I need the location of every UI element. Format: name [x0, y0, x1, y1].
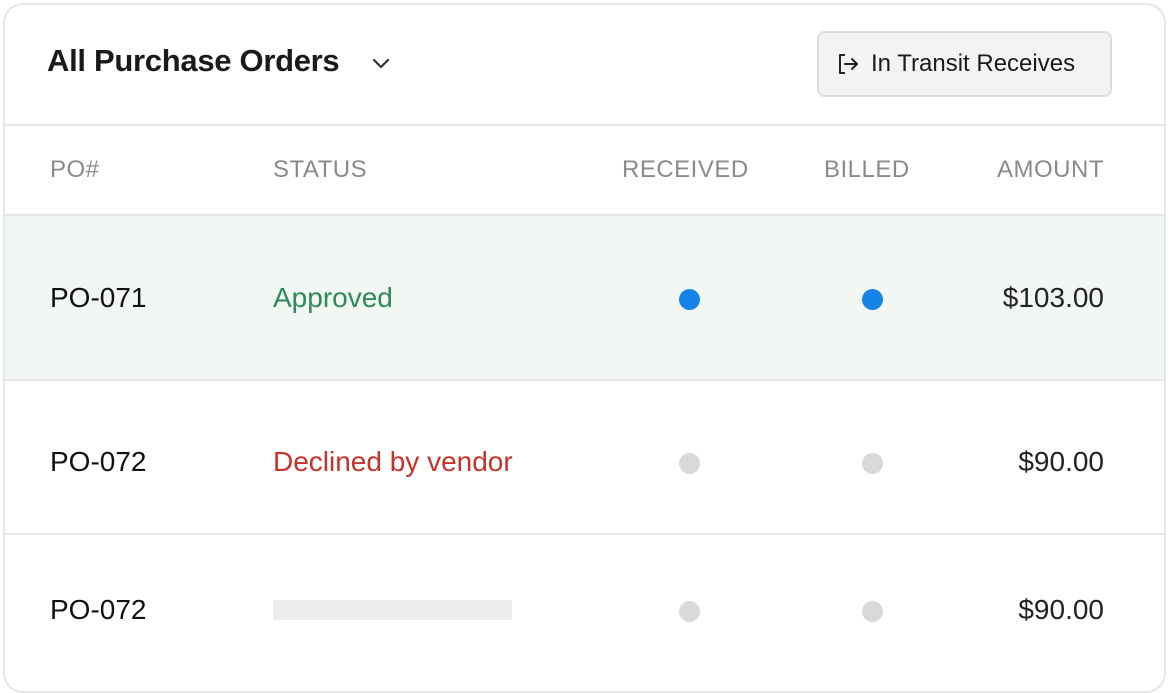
in-transit-receives-label: In Transit Receives [871, 50, 1076, 77]
status-loading-placeholder [273, 600, 512, 620]
exit-arrow-icon [835, 51, 861, 77]
table-header: PO# STATUS RECEIVED BILLED AMOUNT [5, 126, 1164, 216]
column-header-po[interactable]: PO# [50, 156, 100, 184]
status-declined: Declined by vendor [273, 446, 513, 477]
page-title: All Purchase Orders [47, 43, 340, 78]
po-number[interactable]: PO-072 [50, 446, 147, 478]
column-header-status[interactable]: STATUS [273, 156, 367, 184]
table-row[interactable]: PO-072 Declined by vendor $90.00 [5, 381, 1164, 535]
amount: $90.00 [1018, 446, 1104, 477]
po-number[interactable]: PO-072 [50, 594, 147, 626]
in-transit-receives-button[interactable]: In Transit Receives [817, 31, 1112, 97]
column-header-received[interactable]: RECEIVED [622, 156, 749, 184]
received-indicator [679, 453, 700, 474]
purchase-orders-card: All Purchase Orders In Transit Receives … [3, 3, 1166, 693]
table-row[interactable]: PO-072 $90.00 [5, 535, 1164, 691]
table-row[interactable]: PO-071 Approved $103.00 [5, 216, 1164, 381]
card-header: All Purchase Orders In Transit Receives [5, 5, 1164, 126]
po-number[interactable]: PO-071 [50, 282, 147, 314]
received-indicator [679, 601, 700, 622]
view-selector[interactable]: All Purchase Orders [47, 43, 393, 79]
amount: $90.00 [1018, 594, 1104, 625]
column-header-amount[interactable]: AMOUNT [997, 156, 1104, 184]
billed-indicator [862, 601, 883, 622]
status-approved: Approved [273, 282, 393, 313]
billed-indicator [862, 453, 883, 474]
amount: $103.00 [1002, 282, 1104, 313]
billed-indicator [862, 289, 883, 310]
column-header-billed[interactable]: BILLED [824, 156, 910, 184]
received-indicator [679, 289, 700, 310]
chevron-down-icon[interactable] [369, 52, 393, 76]
